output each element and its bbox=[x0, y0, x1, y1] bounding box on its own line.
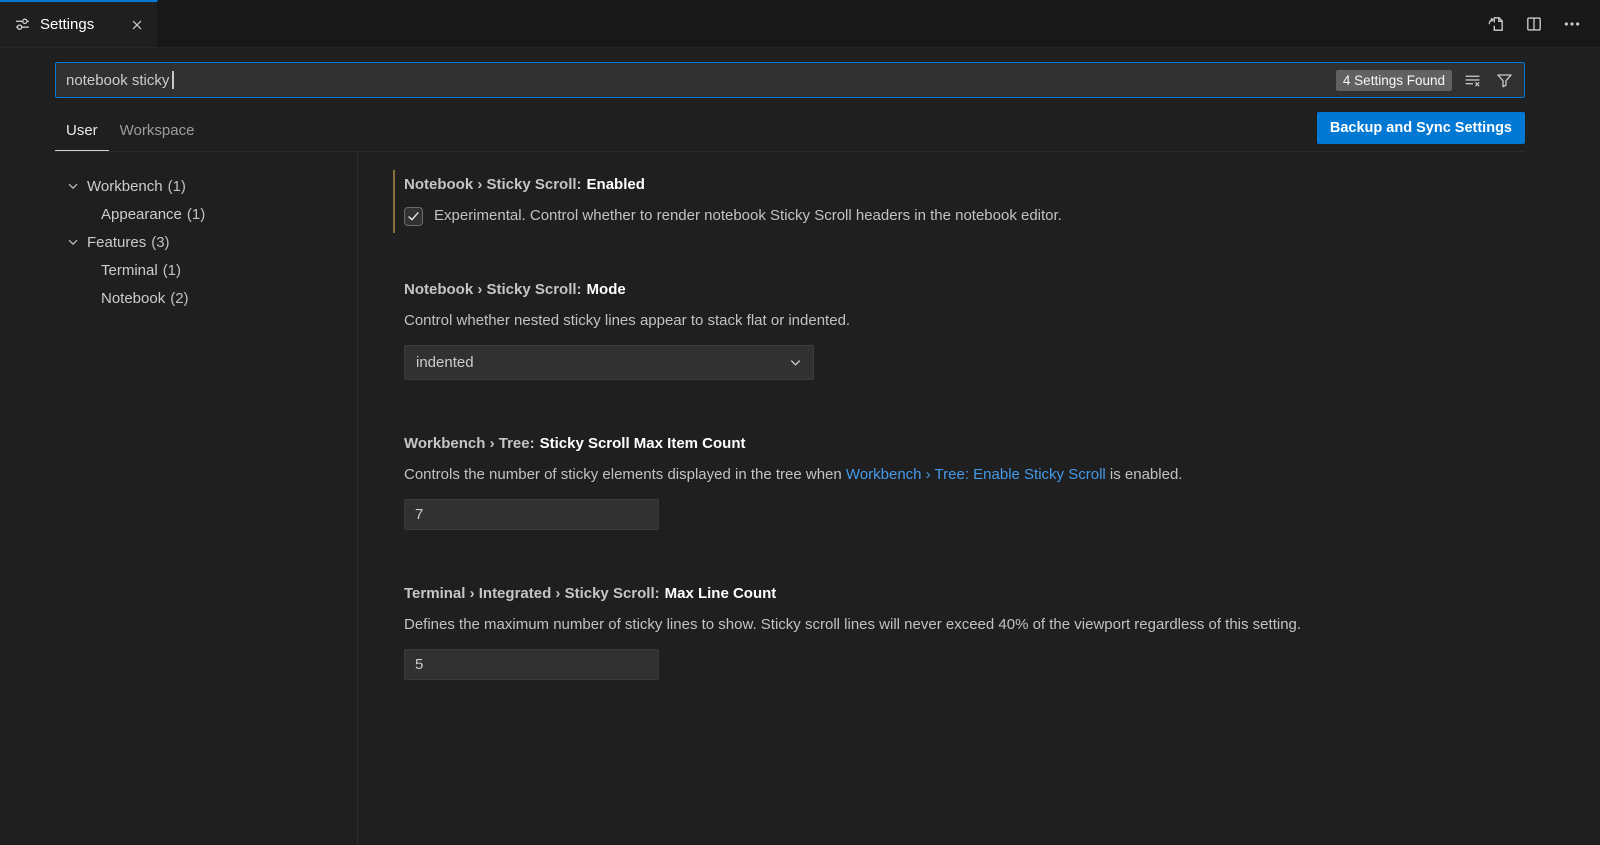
toc-count: (1) bbox=[187, 206, 205, 223]
settings-toc: Workbench (1) Appearance (1) Features (3… bbox=[0, 152, 358, 844]
setting-label: Enabled bbox=[587, 176, 645, 193]
editor-actions bbox=[1482, 0, 1600, 47]
toc-count: (1) bbox=[163, 262, 181, 279]
setting-label: Max Line Count bbox=[665, 585, 777, 602]
toc-count: (1) bbox=[168, 178, 186, 195]
backup-and-sync-settings-button[interactable]: Backup and Sync Settings bbox=[1317, 112, 1525, 144]
more-actions-icon[interactable] bbox=[1558, 10, 1586, 38]
setting-category: Terminal › Integrated › Sticky Scroll: bbox=[404, 585, 660, 602]
mode-select-dropdown[interactable]: indented bbox=[404, 345, 814, 380]
toc-item-notebook[interactable]: Notebook (2) bbox=[0, 284, 357, 312]
toc-label: Features bbox=[87, 234, 146, 251]
setting-title: Notebook › Sticky Scroll: Mode bbox=[404, 280, 1560, 300]
setting-notebook-sticky-scroll-enabled: Notebook › Sticky Scroll: Enabled Experim… bbox=[393, 170, 1560, 233]
setting-category: Notebook › Sticky Scroll: bbox=[404, 176, 582, 193]
setting-tree-sticky-scroll-max-item-count: Workbench › Tree: Sticky Scroll Max Item … bbox=[393, 429, 1560, 537]
setting-label: Mode bbox=[587, 281, 626, 298]
chevron-down-icon[interactable] bbox=[66, 179, 80, 193]
setting-title: Terminal › Integrated › Sticky Scroll: Ma… bbox=[404, 584, 1560, 604]
enable-sticky-scroll-link[interactable]: Workbench › Tree: Enable Sticky Scroll bbox=[846, 466, 1106, 483]
setting-label: Sticky Scroll Max Item Count bbox=[540, 435, 746, 452]
toc-label: Terminal bbox=[101, 262, 158, 279]
settings-header: notebook sticky 4 Settings Found User W bbox=[0, 48, 1600, 152]
open-settings-json-icon[interactable] bbox=[1482, 10, 1510, 38]
setting-terminal-sticky-scroll-max-line-count: Terminal › Integrated › Sticky Scroll: Ma… bbox=[393, 579, 1560, 687]
setting-notebook-sticky-scroll-mode: Notebook › Sticky Scroll: Mode Control wh… bbox=[393, 275, 1560, 387]
settings-sliders-icon bbox=[14, 16, 31, 33]
tab-settings[interactable]: Settings bbox=[0, 0, 158, 47]
split-editor-icon[interactable] bbox=[1520, 10, 1548, 38]
scope-tab-workspace[interactable]: Workspace bbox=[109, 112, 206, 151]
toc-count: (2) bbox=[170, 290, 188, 307]
max-line-count-input[interactable] bbox=[404, 649, 659, 680]
max-item-count-input[interactable] bbox=[404, 499, 659, 530]
setting-description: Experimental. Control whether to render … bbox=[434, 206, 1062, 226]
description-text: Controls the number of sticky elements d… bbox=[404, 466, 846, 483]
tab-title: Settings bbox=[40, 16, 94, 33]
toc-item-appearance[interactable]: Appearance (1) bbox=[0, 200, 357, 228]
description-text: is enabled. bbox=[1106, 466, 1183, 483]
setting-control-row: Experimental. Control whether to render … bbox=[404, 206, 1560, 226]
toc-item-features[interactable]: Features (3) bbox=[0, 228, 357, 256]
toc-count: (3) bbox=[151, 234, 169, 251]
editor-tab-bar: Settings bbox=[0, 0, 1600, 48]
chevron-down-icon[interactable] bbox=[66, 235, 80, 249]
filter-icon[interactable] bbox=[1492, 68, 1516, 92]
scope-tab-user[interactable]: User bbox=[55, 112, 109, 151]
clear-search-icon[interactable] bbox=[1460, 68, 1484, 92]
toc-label: Workbench bbox=[87, 178, 163, 195]
setting-category: Notebook › Sticky Scroll: bbox=[404, 281, 582, 298]
scope-tabs-row: User Workspace Backup and Sync Settings bbox=[55, 112, 1525, 152]
text-caret bbox=[172, 71, 174, 89]
setting-title: Notebook › Sticky Scroll: Enabled bbox=[404, 175, 1560, 195]
settings-list: Notebook › Sticky Scroll: Enabled Experim… bbox=[358, 152, 1600, 844]
results-count-badge: 4 Settings Found bbox=[1336, 70, 1452, 91]
setting-description: Controls the number of sticky elements d… bbox=[404, 465, 1560, 485]
setting-category: Workbench › Tree: bbox=[404, 435, 535, 452]
search-controls: 4 Settings Found bbox=[1336, 68, 1516, 92]
toc-label: Appearance bbox=[101, 206, 182, 223]
setting-description: Defines the maximum number of sticky lin… bbox=[404, 615, 1560, 635]
toc-item-workbench[interactable]: Workbench (1) bbox=[0, 172, 357, 200]
setting-description: Control whether nested sticky lines appe… bbox=[404, 311, 1560, 331]
select-value: indented bbox=[416, 354, 474, 371]
setting-title: Workbench › Tree: Sticky Scroll Max Item … bbox=[404, 434, 1560, 454]
enabled-checkbox[interactable] bbox=[404, 207, 423, 226]
chevron-down-icon bbox=[788, 355, 803, 370]
toc-item-terminal[interactable]: Terminal (1) bbox=[0, 256, 357, 284]
settings-body: Workbench (1) Appearance (1) Features (3… bbox=[0, 152, 1600, 844]
search-query-text: notebook sticky bbox=[66, 72, 169, 89]
tab-close-icon[interactable] bbox=[127, 15, 147, 35]
toc-label: Notebook bbox=[101, 290, 165, 307]
settings-search-input[interactable]: notebook sticky 4 Settings Found bbox=[55, 62, 1525, 98]
